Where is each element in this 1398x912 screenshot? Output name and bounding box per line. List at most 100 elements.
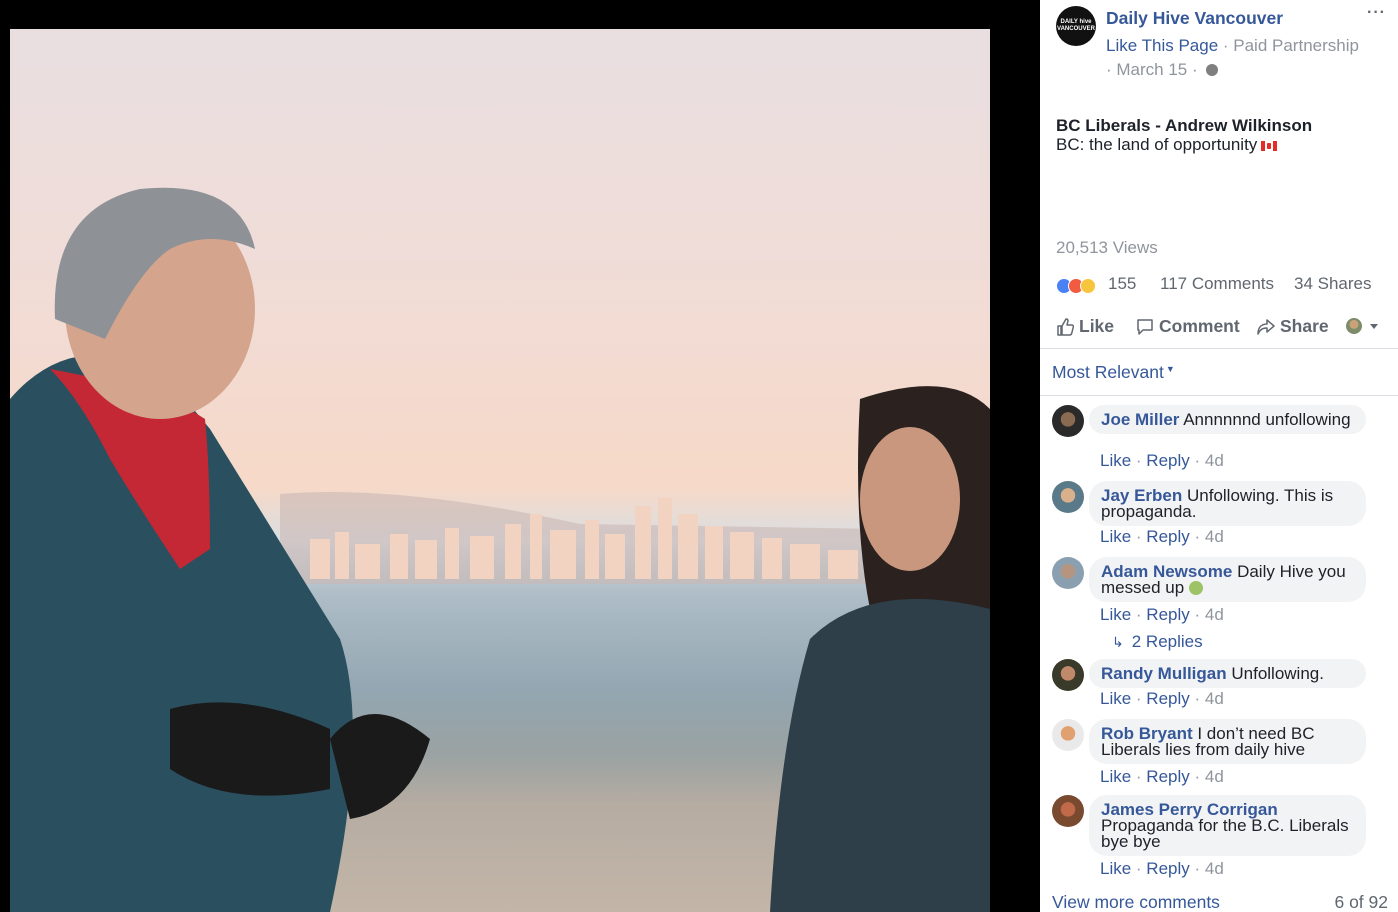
- separator: ·: [1189, 605, 1205, 624]
- post-actions-bar: Like Comment Share: [1056, 316, 1386, 340]
- comment-reply-link[interactable]: Reply: [1146, 859, 1189, 878]
- divider: [1040, 348, 1398, 349]
- meta-separator: ·: [1218, 36, 1234, 55]
- comment-actions: Like · Reply · 4d: [1100, 605, 1224, 625]
- avatar-logo-text: DAILY hive: [1060, 19, 1092, 25]
- reply-arrow-icon: ↳: [1112, 634, 1124, 650]
- emoji-icon: [1188, 581, 1203, 595]
- comment-reply-link[interactable]: Reply: [1146, 767, 1189, 786]
- separator: ·: [1189, 689, 1205, 708]
- profile-avatar-icon: [1346, 318, 1362, 334]
- comment-text: Unfollowing.: [1231, 664, 1324, 683]
- separator: ·: [1189, 767, 1205, 786]
- separator: ·: [1131, 605, 1147, 624]
- post-title: BC Liberals - Andrew Wilkinson: [1056, 116, 1313, 135]
- post-text-content: BC: the land of opportunity: [1056, 135, 1258, 154]
- comment-like-link[interactable]: Like: [1100, 689, 1131, 708]
- comment-bubble: Randy Mulligan Unfollowing.: [1089, 659, 1366, 688]
- post-text: BC: the land of opportunity: [1056, 135, 1278, 155]
- commenter-avatar[interactable]: [1052, 719, 1084, 751]
- commenter-avatar[interactable]: [1052, 557, 1084, 589]
- commenter-name[interactable]: Randy Mulligan: [1101, 664, 1227, 683]
- comment-actions: Like · Reply · 4d: [1100, 859, 1224, 879]
- post-header: DAILY hive VANCOUVER Daily Hive Vancouve…: [1056, 4, 1386, 86]
- like-button[interactable]: Like: [1056, 316, 1114, 337]
- reactions-summary[interactable]: [1056, 276, 1106, 294]
- commenter-name[interactable]: Joe Miller: [1101, 410, 1179, 429]
- commenter-avatar[interactable]: [1052, 481, 1084, 513]
- comment-sort-label: Most Relevant: [1052, 362, 1164, 382]
- comment-icon: [1137, 318, 1153, 335]
- commenter-avatar[interactable]: [1052, 795, 1084, 827]
- comment-age[interactable]: 4d: [1205, 689, 1224, 708]
- chevron-down-icon: [1370, 323, 1378, 329]
- separator: ·: [1189, 451, 1205, 470]
- comment-button[interactable]: Comment: [1136, 316, 1240, 337]
- separator: ·: [1131, 527, 1147, 546]
- caret-down-icon: ▼: [1165, 364, 1175, 374]
- commenter-avatar[interactable]: [1052, 405, 1084, 437]
- separator: ·: [1131, 451, 1147, 470]
- video-player-area[interactable]: [0, 0, 1040, 912]
- separator: ·: [1189, 859, 1205, 878]
- separator: ·: [1131, 767, 1147, 786]
- comment-age[interactable]: 4d: [1205, 859, 1224, 878]
- comment-like-link[interactable]: Like: [1100, 767, 1131, 786]
- comment-age[interactable]: 4d: [1205, 527, 1224, 546]
- woman-in-jacket-image: [770, 386, 990, 912]
- comment-bubble: Adam Newsome Daily Hive you messed up: [1089, 557, 1366, 602]
- man-in-jacket-image: [10, 187, 430, 912]
- comment-bubble: Joe Miller Annnnnnd unfollowing: [1089, 405, 1366, 434]
- comment-bubble: Rob Bryant I don’t need BC Liberals lies…: [1089, 719, 1366, 764]
- meta-separator: ·: [1187, 60, 1203, 79]
- separator: ·: [1131, 689, 1147, 708]
- like-button-label: Like: [1079, 316, 1115, 336]
- divider: [1040, 395, 1398, 396]
- comment-age[interactable]: 4d: [1205, 451, 1224, 470]
- share-arrow-icon: [1257, 318, 1275, 335]
- view-more-comments-link[interactable]: View more comments: [1052, 892, 1220, 912]
- comment-button-label: Comment: [1159, 316, 1240, 336]
- replies-count-label: 2 Replies: [1131, 632, 1203, 651]
- comment-like-link[interactable]: Like: [1100, 527, 1131, 546]
- comment-actions: Like · Reply · 4d: [1100, 767, 1224, 787]
- page-name-link[interactable]: Daily Hive Vancouver: [1106, 8, 1283, 29]
- comment-actions: Like · Reply · 4d: [1100, 527, 1224, 547]
- page-avatar[interactable]: DAILY hive VANCOUVER: [1056, 6, 1096, 46]
- comment-bubble: James Perry Corrigan Propaganda for the …: [1089, 795, 1366, 856]
- like-page-link[interactable]: Like This Page: [1106, 36, 1218, 55]
- comment-reply-link[interactable]: Reply: [1146, 527, 1189, 546]
- reaction-profile-selector[interactable]: [1346, 318, 1378, 334]
- comment-reply-link[interactable]: Reply: [1146, 605, 1189, 624]
- commenter-avatar[interactable]: [1052, 659, 1084, 691]
- separator: ·: [1189, 527, 1205, 546]
- comment-actions: Like · Reply · 4d: [1100, 451, 1224, 471]
- post-side-panel: DAILY hive VANCOUVER Daily Hive Vancouve…: [1040, 0, 1398, 912]
- reactions-count[interactable]: 155: [1108, 274, 1136, 294]
- canada-flag-icon: [1261, 141, 1278, 151]
- comment-reply-link[interactable]: Reply: [1146, 689, 1189, 708]
- comment-reply-link[interactable]: Reply: [1146, 451, 1189, 470]
- share-button-label: Share: [1280, 316, 1329, 336]
- comments-count[interactable]: 117 Comments: [1160, 274, 1274, 294]
- globe-icon: [1206, 64, 1219, 76]
- view-count: 20,513 Views: [1056, 238, 1158, 257]
- comment-actions: Like · Reply · 4d: [1100, 689, 1224, 709]
- separator: ·: [1131, 859, 1147, 878]
- comment-text: Propaganda for the B.C. Liberals bye bye: [1101, 816, 1349, 851]
- post-date[interactable]: March 15: [1116, 60, 1187, 79]
- meta-separator: ·: [1106, 60, 1117, 79]
- comment-age[interactable]: 4d: [1205, 605, 1224, 624]
- comment-like-link[interactable]: Like: [1100, 605, 1131, 624]
- comment-like-link[interactable]: Like: [1100, 451, 1131, 470]
- view-replies-link[interactable]: ↳ 2 Replies: [1112, 632, 1203, 652]
- comment-age[interactable]: 4d: [1205, 767, 1224, 786]
- more-options-icon[interactable]: ···: [1367, 4, 1386, 22]
- share-button[interactable]: Share: [1257, 316, 1329, 337]
- paid-partnership-label: Paid Partnership: [1233, 36, 1359, 55]
- comment-sort-dropdown[interactable]: Most Relevant ▼: [1052, 362, 1175, 383]
- comment-like-link[interactable]: Like: [1100, 859, 1131, 878]
- video-frame[interactable]: [10, 29, 990, 912]
- comments-pagination-count: 6 of 92: [1334, 892, 1388, 912]
- shares-count[interactable]: 34 Shares: [1294, 274, 1372, 294]
